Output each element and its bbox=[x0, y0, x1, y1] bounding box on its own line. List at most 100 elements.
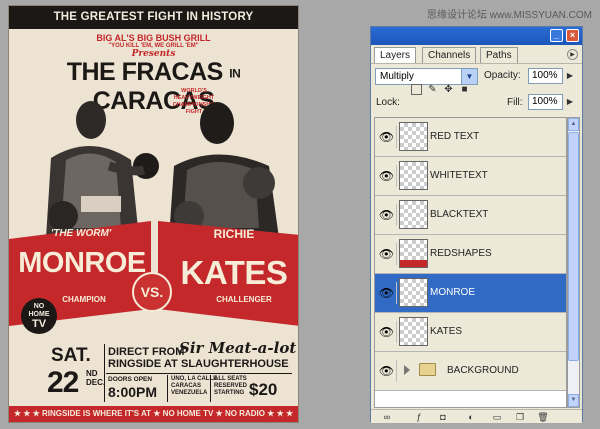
direct-from-text: DIRECT FROM RINGSIDE AT bbox=[108, 346, 184, 370]
scroll-up-icon[interactable]: ▲ bbox=[568, 118, 579, 131]
layers-scrollbar[interactable]: ▲ ▼ bbox=[567, 117, 580, 408]
ticket-price: $20 bbox=[249, 380, 278, 399]
venue-name: SLAUGHTERHOUSE bbox=[181, 358, 289, 370]
layers-panel: _ × Layers Channels Paths ▶ Multiply ▼ O… bbox=[370, 26, 583, 423]
panel-bottom-toolbar: ∞ ƒ ◘ ◐ ▭ ❐ 🗑 bbox=[371, 409, 582, 423]
lock-label: Lock: bbox=[376, 97, 400, 108]
layer-thumbnail bbox=[399, 122, 428, 151]
panel-titlebar[interactable]: _ × bbox=[371, 27, 582, 45]
layer-name: RED TEXT bbox=[430, 131, 480, 142]
seats-line: ALL SEATS bbox=[214, 376, 247, 382]
layer-group-background[interactable]: 👁 BACKGROUND bbox=[375, 352, 566, 391]
event-day-suffix-line: DEC. bbox=[86, 378, 106, 387]
left-fighter-name: MONROE bbox=[18, 247, 146, 279]
event-day-suffix: ND DEC. bbox=[86, 369, 105, 387]
layer-red-text[interactable]: 👁 RED TEXT bbox=[375, 118, 566, 157]
fill-input[interactable]: 100% bbox=[528, 94, 563, 110]
event-day-name: SAT. bbox=[51, 345, 91, 366]
layer-name: KATES bbox=[430, 326, 463, 337]
no-home-tv-logo: NO HOME TV bbox=[21, 298, 57, 334]
opacity-input[interactable]: 100% bbox=[528, 68, 563, 84]
layer-style-icon[interactable]: ƒ bbox=[413, 411, 425, 423]
scroll-down-icon[interactable]: ▼ bbox=[568, 394, 579, 407]
layer-name: MONROE bbox=[430, 287, 475, 298]
layer-thumbnail bbox=[399, 200, 428, 229]
layer-thumbnail bbox=[399, 317, 428, 346]
panel-menu-icon[interactable]: ▶ bbox=[567, 49, 578, 60]
eye-icon[interactable]: 👁 bbox=[377, 165, 397, 187]
watermark-text: 思缘设计论坛 www.MISSYUAN.COM bbox=[426, 10, 592, 21]
layer-whitetext[interactable]: 👁 WHITETEXT bbox=[375, 157, 566, 196]
fighter-right-image bbox=[169, 102, 279, 238]
trash-icon[interactable]: 🗑 bbox=[537, 411, 549, 423]
event-day-number: 22 bbox=[47, 366, 79, 399]
layer-thumbnail bbox=[399, 278, 428, 307]
venue-script: Sir Meat-a-lot bbox=[179, 339, 297, 357]
left-fighter-nickname: 'THE WORM' bbox=[50, 228, 112, 239]
lock-transparent-pixels-icon[interactable] bbox=[411, 84, 422, 95]
tv-logo-line: TV bbox=[31, 318, 47, 330]
tab-layers[interactable]: Layers bbox=[374, 47, 417, 63]
blend-mode-value: Multiply bbox=[380, 71, 414, 82]
lock-all-icon[interactable]: ■ bbox=[459, 84, 470, 95]
link-layers-icon[interactable]: ∞ bbox=[381, 411, 393, 423]
minimize-icon[interactable]: _ bbox=[550, 29, 563, 42]
tab-paths[interactable]: Paths bbox=[480, 47, 518, 63]
layer-name: BLACKTEXT bbox=[430, 209, 489, 220]
poster-sponsor: BIG AL'S BIG BUSH GRILL bbox=[96, 33, 211, 43]
layer-mask-icon[interactable]: ◘ bbox=[437, 411, 449, 423]
right-fighter-name: KATES bbox=[180, 254, 288, 291]
layer-blacktext[interactable]: 👁 BLACKTEXT bbox=[375, 196, 566, 235]
layer-name: WHITETEXT bbox=[430, 170, 488, 181]
folder-icon bbox=[419, 363, 436, 376]
direct-line: RINGSIDE AT bbox=[108, 358, 178, 370]
poster-bottom-banner: ★ ★ ★ RINGSIDE IS WHERE IT'S AT ★ NO HOM… bbox=[9, 406, 298, 422]
eye-icon[interactable]: 👁 bbox=[377, 321, 397, 343]
seats-line: STARTING bbox=[214, 390, 245, 396]
poster-title-left: THE FRACAS bbox=[66, 58, 224, 86]
poster-divider bbox=[106, 373, 292, 374]
eye-icon[interactable]: 👁 bbox=[377, 360, 397, 382]
direct-line: DIRECT FROM bbox=[108, 346, 185, 358]
new-layer-icon[interactable]: ❐ bbox=[514, 411, 526, 423]
lock-image-pixels-icon[interactable]: ✎ bbox=[427, 84, 438, 95]
right-fighter-first-name: RICHIE bbox=[213, 227, 255, 241]
poster-divider bbox=[210, 375, 211, 402]
expand-arrow-icon[interactable] bbox=[404, 365, 410, 375]
layer-name: REDSHAPES bbox=[430, 248, 492, 259]
eye-icon[interactable]: 👁 bbox=[377, 243, 397, 265]
opacity-label: Opacity: bbox=[484, 70, 521, 81]
right-fighter-status: CHALLENGER bbox=[216, 295, 272, 304]
vs-badge: VS. bbox=[132, 272, 172, 312]
poster-divider bbox=[104, 344, 105, 402]
adjustment-layer-icon[interactable]: ◐ bbox=[465, 411, 477, 423]
blend-mode-select[interactable]: Multiply ▼ bbox=[375, 68, 478, 85]
eye-icon[interactable]: 👁 bbox=[377, 282, 397, 304]
event-day-suffix-line: ND bbox=[86, 369, 98, 378]
layer-kates[interactable]: 👁 KATES bbox=[375, 313, 566, 352]
layer-thumbnail bbox=[399, 161, 428, 190]
poster-title-in: IN bbox=[229, 66, 241, 81]
layer-controls: Multiply ▼ Opacity: 100% ▶ Lock: 100% ▶ … bbox=[371, 63, 582, 115]
tab-channels[interactable]: Channels bbox=[422, 47, 477, 63]
layer-thumbnail bbox=[399, 239, 428, 268]
seats-info: ALL SEATS RESERVED STARTING bbox=[214, 376, 247, 397]
layer-redshapes[interactable]: 👁 REDSHAPES bbox=[375, 235, 566, 274]
layers-list: 👁 RED TEXT 👁 WHITETEXT 👁 BLACKTEXT 👁 RED… bbox=[374, 117, 567, 408]
layer-monroe[interactable]: 👁 MONROE bbox=[375, 274, 566, 313]
left-fighter-status: CHAMPION bbox=[62, 295, 106, 304]
eye-icon[interactable]: 👁 bbox=[377, 126, 397, 148]
poster-canvas: THE GREATEST FIGHT IN HISTORY BIG AL'S B… bbox=[8, 5, 299, 423]
fighter-left-image bbox=[46, 101, 159, 238]
chevron-down-icon[interactable]: ▼ bbox=[461, 69, 477, 84]
doors-open-label: DOORS OPEN bbox=[108, 376, 153, 383]
lock-position-icon[interactable]: ✥ bbox=[443, 84, 454, 95]
close-icon[interactable]: × bbox=[566, 29, 579, 42]
scrollbar-thumb[interactable] bbox=[568, 132, 579, 361]
fill-slider-arrow-icon[interactable]: ▶ bbox=[565, 94, 575, 110]
poster-topbar: THE GREATEST FIGHT IN HISTORY bbox=[9, 6, 298, 29]
new-group-icon[interactable]: ▭ bbox=[491, 411, 503, 423]
opacity-slider-arrow-icon[interactable]: ▶ bbox=[565, 68, 575, 84]
eye-icon[interactable]: 👁 bbox=[377, 204, 397, 226]
fill-label: Fill: bbox=[507, 97, 523, 108]
